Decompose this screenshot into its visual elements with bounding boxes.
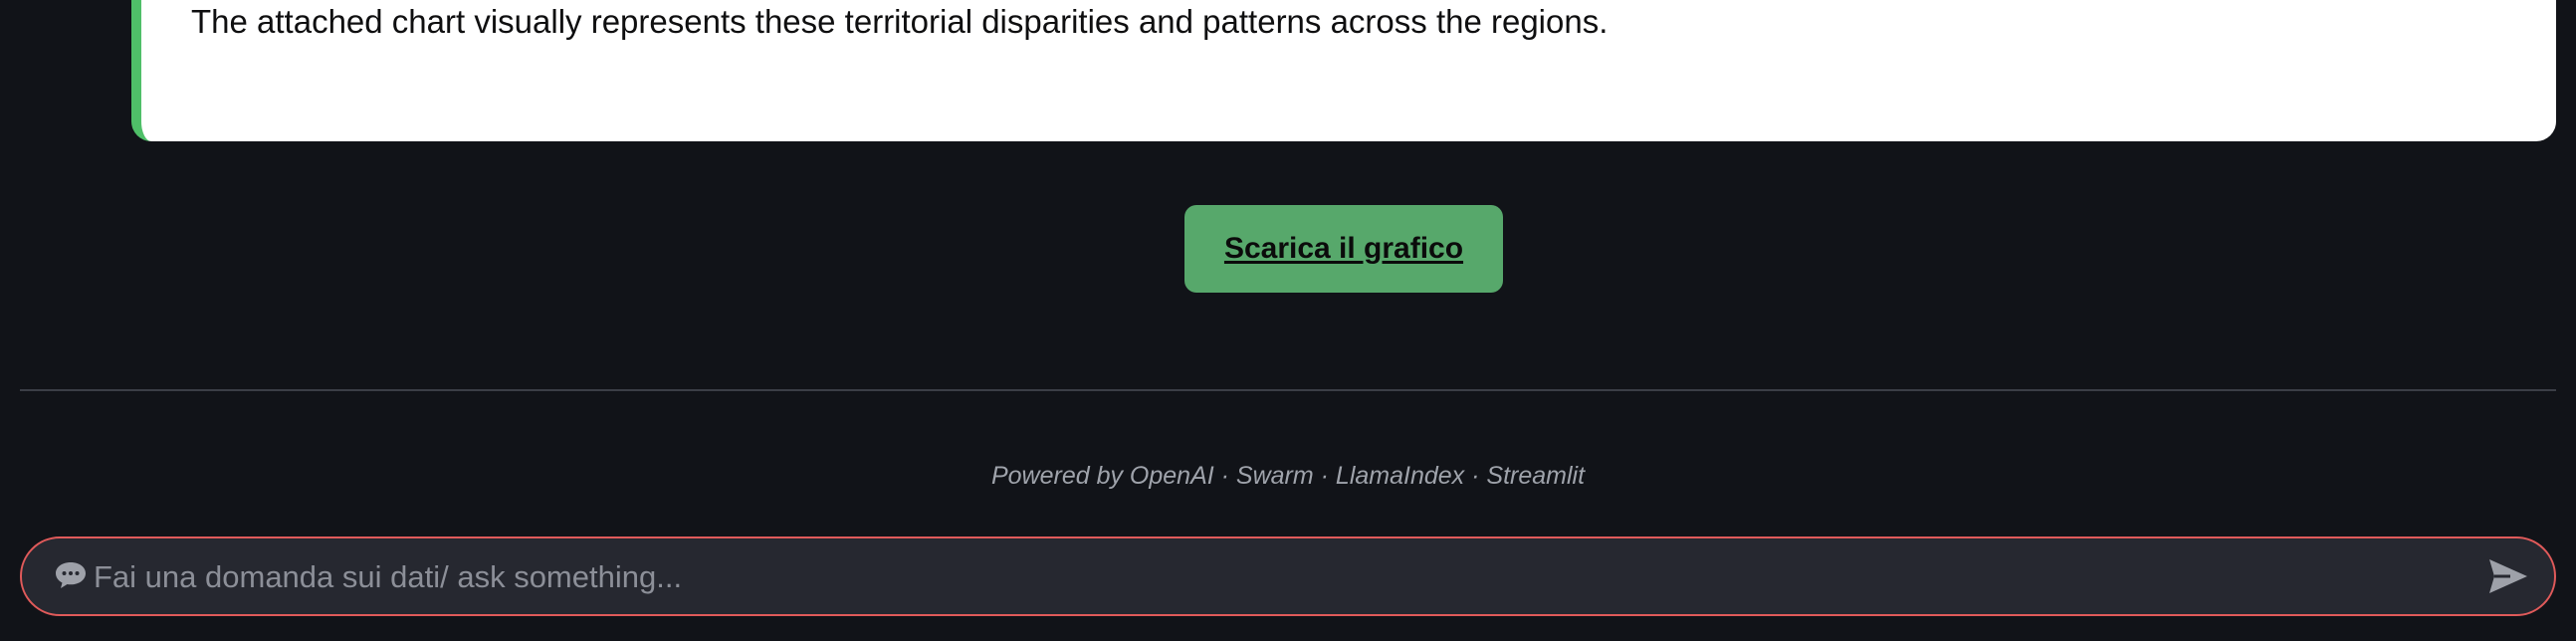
download-chart-label: Scarica il grafico: [1223, 232, 1464, 265]
send-icon[interactable]: [2486, 556, 2530, 596]
assistant-message-card: The attached chart visually represents t…: [131, 0, 2556, 141]
powered-by-footer: Powered by OpenAI · Swarm · LlamaIndex ·…: [990, 462, 1586, 490]
chat-input-container[interactable]: [20, 536, 2556, 616]
chat-page: The attached chart visually represents t…: [0, 0, 2576, 641]
divider: [20, 389, 2556, 391]
assistant-message-text: The attached chart visually represents t…: [191, 3, 1609, 40]
speech-bubble-icon: [56, 562, 86, 588]
download-chart-button[interactable]: Scarica il grafico: [1184, 205, 1503, 293]
chat-input[interactable]: [92, 550, 2465, 604]
